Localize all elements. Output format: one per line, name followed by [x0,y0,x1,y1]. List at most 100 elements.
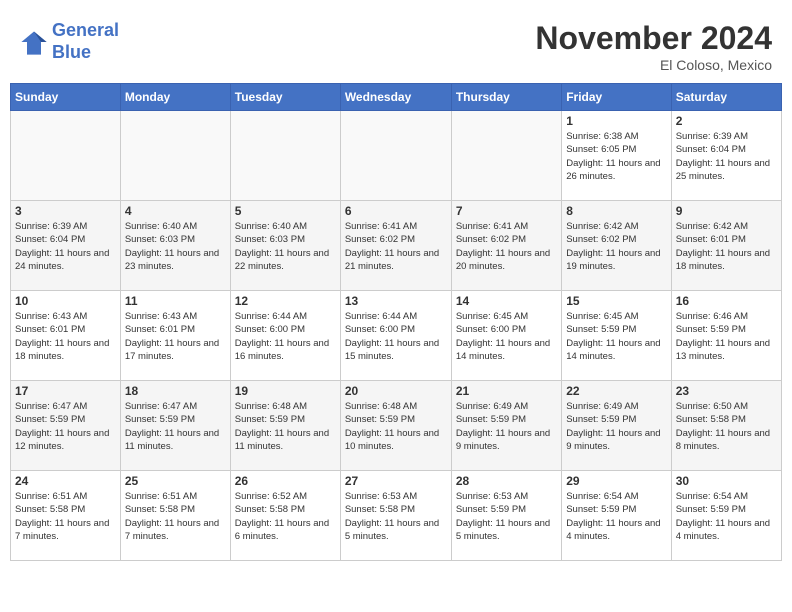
sunrise: Sunrise: 6:49 AM [566,401,638,412]
day-cell: 1 Sunrise: 6:38 AM Sunset: 6:05 PM Dayli… [562,111,671,201]
sunset: Sunset: 6:00 PM [235,324,305,335]
day-info: Sunrise: 6:38 AM Sunset: 6:05 PM Dayligh… [566,130,666,183]
week-row-3: 10 Sunrise: 6:43 AM Sunset: 6:01 PM Dayl… [11,291,782,381]
day-number: 17 [15,384,116,398]
day-info: Sunrise: 6:41 AM Sunset: 6:02 PM Dayligh… [345,220,447,273]
day-number: 9 [676,204,777,218]
day-info: Sunrise: 6:49 AM Sunset: 5:59 PM Dayligh… [456,400,557,453]
day-info: Sunrise: 6:43 AM Sunset: 6:01 PM Dayligh… [15,310,116,363]
weekday-saturday: Saturday [671,84,781,111]
day-number: 21 [456,384,557,398]
day-number: 30 [676,474,777,488]
day-info: Sunrise: 6:47 AM Sunset: 5:59 PM Dayligh… [125,400,226,453]
sunset: Sunset: 5:58 PM [125,504,195,515]
daylight: Daylight: 11 hours and 11 minutes. [235,428,329,452]
day-cell: 23 Sunrise: 6:50 AM Sunset: 5:58 PM Dayl… [671,381,781,471]
sunset: Sunset: 6:02 PM [345,234,415,245]
sunrise: Sunrise: 6:47 AM [125,401,197,412]
daylight: Daylight: 11 hours and 7 minutes. [125,518,219,542]
daylight: Daylight: 11 hours and 14 minutes. [456,338,550,362]
day-number: 10 [15,294,116,308]
sunrise: Sunrise: 6:39 AM [15,221,87,232]
daylight: Daylight: 11 hours and 12 minutes. [15,428,109,452]
daylight: Daylight: 11 hours and 10 minutes. [345,428,439,452]
day-cell: 21 Sunrise: 6:49 AM Sunset: 5:59 PM Dayl… [451,381,561,471]
daylight: Daylight: 11 hours and 5 minutes. [345,518,439,542]
day-cell: 6 Sunrise: 6:41 AM Sunset: 6:02 PM Dayli… [340,201,451,291]
day-number: 20 [345,384,447,398]
day-cell: 13 Sunrise: 6:44 AM Sunset: 6:00 PM Dayl… [340,291,451,381]
day-info: Sunrise: 6:54 AM Sunset: 5:59 PM Dayligh… [676,490,777,543]
daylight: Daylight: 11 hours and 9 minutes. [566,428,660,452]
day-number: 25 [125,474,226,488]
weekday-sunday: Sunday [11,84,121,111]
day-info: Sunrise: 6:40 AM Sunset: 6:03 PM Dayligh… [125,220,226,273]
sunrise: Sunrise: 6:39 AM [676,131,748,142]
day-info: Sunrise: 6:48 AM Sunset: 5:59 PM Dayligh… [345,400,447,453]
sunset: Sunset: 5:59 PM [456,414,526,425]
day-number: 23 [676,384,777,398]
week-row-5: 24 Sunrise: 6:51 AM Sunset: 5:58 PM Dayl… [11,471,782,561]
sunset: Sunset: 5:58 PM [676,414,746,425]
sunrise: Sunrise: 6:43 AM [125,311,197,322]
day-number: 22 [566,384,666,398]
day-info: Sunrise: 6:44 AM Sunset: 6:00 PM Dayligh… [345,310,447,363]
daylight: Daylight: 11 hours and 4 minutes. [676,518,770,542]
day-cell: 2 Sunrise: 6:39 AM Sunset: 6:04 PM Dayli… [671,111,781,201]
sunset: Sunset: 6:01 PM [125,324,195,335]
sunset: Sunset: 5:59 PM [125,414,195,425]
title-section: November 2024 El Coloso, Mexico [535,20,772,73]
sunrise: Sunrise: 6:51 AM [125,491,197,502]
sunrise: Sunrise: 6:46 AM [676,311,748,322]
daylight: Daylight: 11 hours and 19 minutes. [566,248,660,272]
sunrise: Sunrise: 6:40 AM [125,221,197,232]
sunset: Sunset: 5:59 PM [676,324,746,335]
day-info: Sunrise: 6:42 AM Sunset: 6:01 PM Dayligh… [676,220,777,273]
daylight: Daylight: 11 hours and 21 minutes. [345,248,439,272]
sunset: Sunset: 6:03 PM [235,234,305,245]
daylight: Daylight: 11 hours and 5 minutes. [456,518,550,542]
day-cell: 26 Sunrise: 6:52 AM Sunset: 5:58 PM Dayl… [230,471,340,561]
daylight: Daylight: 11 hours and 6 minutes. [235,518,329,542]
sunrise: Sunrise: 6:44 AM [235,311,307,322]
day-cell: 10 Sunrise: 6:43 AM Sunset: 6:01 PM Dayl… [11,291,121,381]
daylight: Daylight: 11 hours and 15 minutes. [345,338,439,362]
daylight: Daylight: 11 hours and 11 minutes. [125,428,219,452]
day-number: 16 [676,294,777,308]
sunrise: Sunrise: 6:41 AM [345,221,417,232]
sunset: Sunset: 6:01 PM [15,324,85,335]
sunrise: Sunrise: 6:42 AM [676,221,748,232]
sunrise: Sunrise: 6:52 AM [235,491,307,502]
day-cell: 17 Sunrise: 6:47 AM Sunset: 5:59 PM Dayl… [11,381,121,471]
day-cell: 27 Sunrise: 6:53 AM Sunset: 5:58 PM Dayl… [340,471,451,561]
day-info: Sunrise: 6:39 AM Sunset: 6:04 PM Dayligh… [676,130,777,183]
daylight: Daylight: 11 hours and 22 minutes. [235,248,329,272]
day-number: 19 [235,384,336,398]
day-cell: 8 Sunrise: 6:42 AM Sunset: 6:02 PM Dayli… [562,201,671,291]
day-number: 27 [345,474,447,488]
day-number: 24 [15,474,116,488]
day-cell [11,111,121,201]
day-info: Sunrise: 6:54 AM Sunset: 5:59 PM Dayligh… [566,490,666,543]
sunset: Sunset: 5:58 PM [345,504,415,515]
daylight: Daylight: 11 hours and 14 minutes. [566,338,660,362]
sunrise: Sunrise: 6:43 AM [15,311,87,322]
day-number: 15 [566,294,666,308]
sunrise: Sunrise: 6:49 AM [456,401,528,412]
day-cell: 12 Sunrise: 6:44 AM Sunset: 6:00 PM Dayl… [230,291,340,381]
day-info: Sunrise: 6:48 AM Sunset: 5:59 PM Dayligh… [235,400,336,453]
sunrise: Sunrise: 6:54 AM [566,491,638,502]
day-number: 13 [345,294,447,308]
daylight: Daylight: 11 hours and 20 minutes. [456,248,550,272]
calendar-body: 1 Sunrise: 6:38 AM Sunset: 6:05 PM Dayli… [11,111,782,561]
day-cell [120,111,230,201]
day-cell: 22 Sunrise: 6:49 AM Sunset: 5:59 PM Dayl… [562,381,671,471]
daylight: Daylight: 11 hours and 18 minutes. [676,248,770,272]
day-number: 6 [345,204,447,218]
sunrise: Sunrise: 6:44 AM [345,311,417,322]
day-number: 2 [676,114,777,128]
week-row-4: 17 Sunrise: 6:47 AM Sunset: 5:59 PM Dayl… [11,381,782,471]
weekday-monday: Monday [120,84,230,111]
sunrise: Sunrise: 6:45 AM [566,311,638,322]
day-cell: 24 Sunrise: 6:51 AM Sunset: 5:58 PM Dayl… [11,471,121,561]
